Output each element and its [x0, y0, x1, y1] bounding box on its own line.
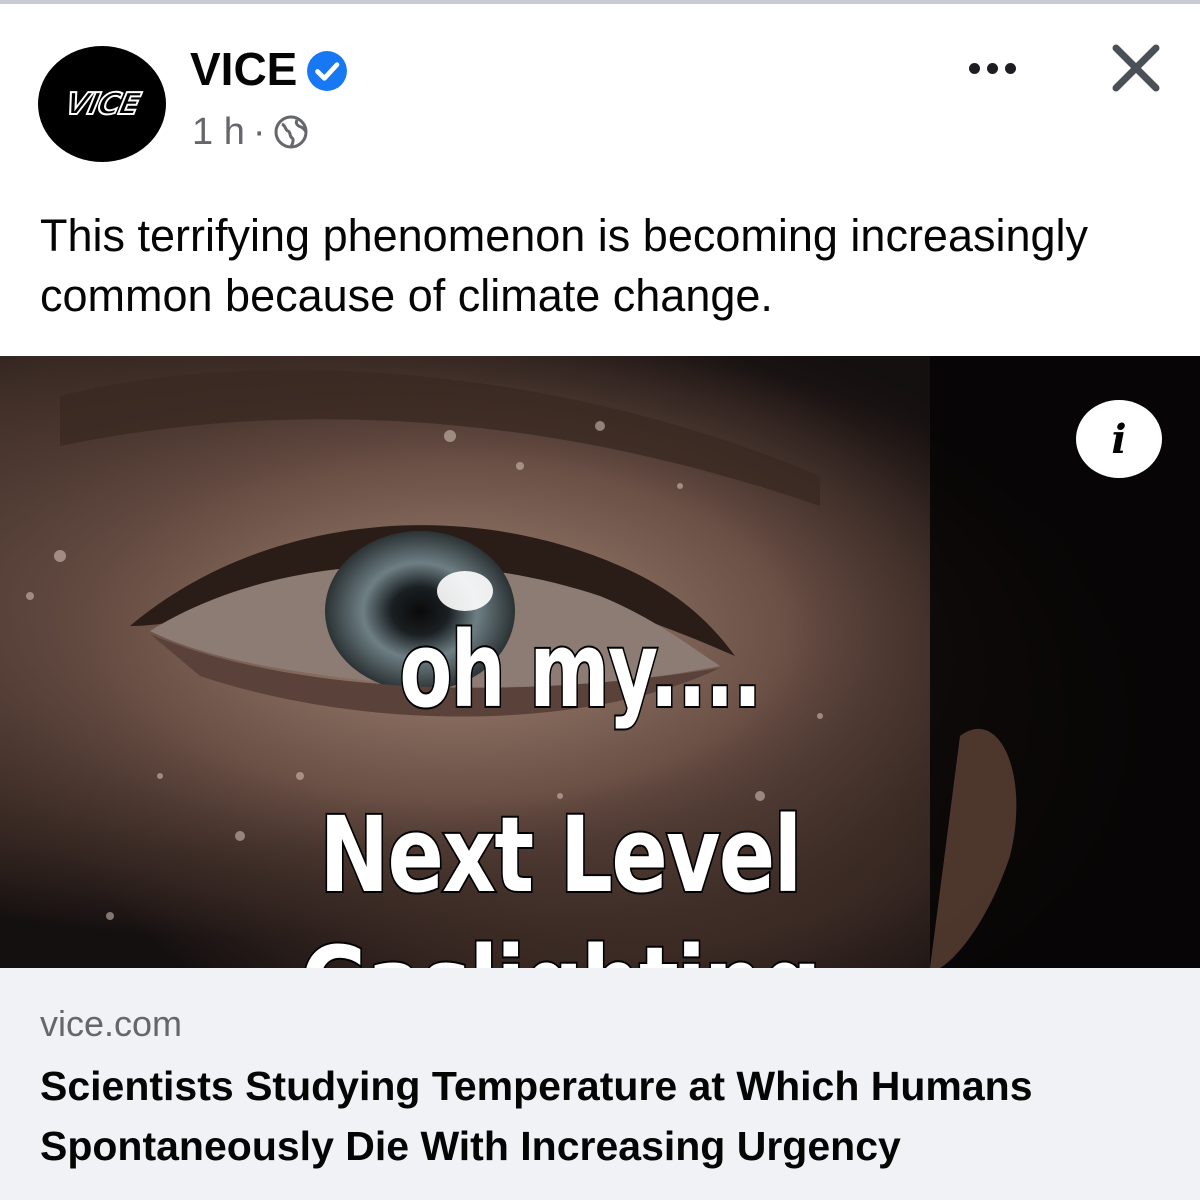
- link-domain[interactable]: vice.com: [40, 1002, 182, 1046]
- post-meta: 1 h ·: [192, 108, 309, 156]
- more-options-icon-dot: [986, 62, 998, 74]
- info-icon[interactable]: i: [1076, 400, 1162, 478]
- close-icon[interactable]: [1104, 36, 1168, 100]
- avatar-logo-text: VICE: [61, 86, 143, 123]
- top-divider: [0, 0, 1200, 4]
- post-caption: This terrifying phenomenon is becoming i…: [40, 210, 1089, 321]
- page-avatar[interactable]: VICE: [38, 46, 166, 162]
- link-title[interactable]: Scientists Studying Temperature at Which…: [40, 1056, 1160, 1176]
- post-timestamp[interactable]: 1 h: [192, 108, 245, 156]
- more-options-button[interactable]: [952, 46, 1032, 90]
- post-image[interactable]: oh my.... Next Level Gaslighting: [0, 356, 1200, 968]
- more-options-icon: [968, 62, 980, 74]
- globe-icon: [274, 115, 308, 149]
- verified-badge-icon: [307, 51, 347, 91]
- meme-text-line-2: Next Level Gaslighting: [299, 792, 823, 968]
- page-name[interactable]: VICE: [190, 42, 297, 96]
- more-options-icon-dot: [1004, 62, 1016, 74]
- meta-separator: ·: [252, 111, 266, 153]
- meme-text-line-1: oh my....: [398, 608, 764, 732]
